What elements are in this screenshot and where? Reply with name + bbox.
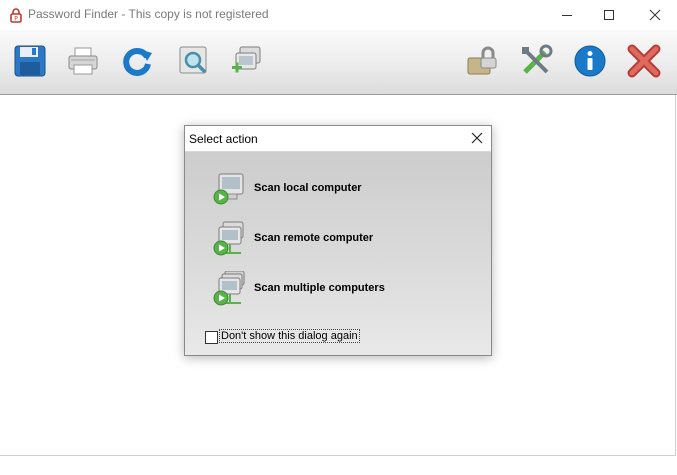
scan-multiple-computers-label: Scan multiple computers [254, 282, 385, 294]
register-button[interactable] [464, 45, 500, 81]
app-window: P Password Finder - This copy is not reg… [0, 0, 677, 475]
scan-remote-computer-button[interactable]: Scan remote computer [211, 221, 471, 257]
scan-remote-computer-label: Scan remote computer [254, 232, 374, 244]
local-computer-scan-icon [211, 171, 247, 207]
exit-button[interactable] [626, 44, 662, 83]
exit-icon [627, 44, 661, 83]
dont-show-again-checkbox[interactable] [205, 331, 218, 344]
add-computer-icon [229, 44, 263, 83]
toolbar [0, 30, 677, 95]
print-button[interactable] [65, 45, 101, 81]
dont-show-again-option: Don't show this dialog again [205, 329, 365, 346]
add-computer-button[interactable] [228, 45, 264, 81]
remote-computer-scan-icon [211, 221, 247, 257]
refresh-icon [120, 44, 154, 83]
app-lock-icon: P [8, 7, 24, 23]
window-title: Password Finder - This copy is not regis… [28, 7, 269, 21]
print-icon [66, 44, 100, 83]
find-icon [177, 44, 211, 83]
dialog-title: Select action [189, 132, 258, 146]
scan-local-computer-label: Scan local computer [254, 182, 362, 194]
close-window-button[interactable] [633, 0, 677, 30]
dialog-close-button[interactable] [469, 130, 485, 146]
find-button[interactable] [176, 45, 212, 81]
info-button[interactable] [572, 45, 608, 81]
settings-button[interactable] [518, 44, 554, 83]
dialog-body: Scan local computer Scan remote computer [185, 152, 491, 355]
register-icon [465, 44, 499, 83]
refresh-button[interactable] [119, 45, 155, 81]
settings-tools-icon [519, 44, 553, 83]
scan-local-computer-button[interactable]: Scan local computer [211, 171, 471, 207]
multiple-computers-scan-icon [211, 270, 247, 307]
select-action-dialog: Select action Scan local computer Scan r… [184, 125, 492, 356]
title-bar: P Password Finder - This copy is not reg… [0, 0, 677, 30]
svg-text:P: P [14, 16, 18, 23]
minimize-button[interactable] [545, 0, 589, 30]
save-button[interactable] [12, 45, 48, 81]
maximize-button[interactable] [587, 0, 631, 30]
dont-show-again-label[interactable]: Don't show this dialog again [219, 329, 360, 343]
dialog-title-bar: Select action [185, 126, 491, 152]
info-icon [573, 44, 607, 83]
save-icon [13, 44, 47, 83]
scan-multiple-computers-button[interactable]: Scan multiple computers [211, 270, 471, 307]
